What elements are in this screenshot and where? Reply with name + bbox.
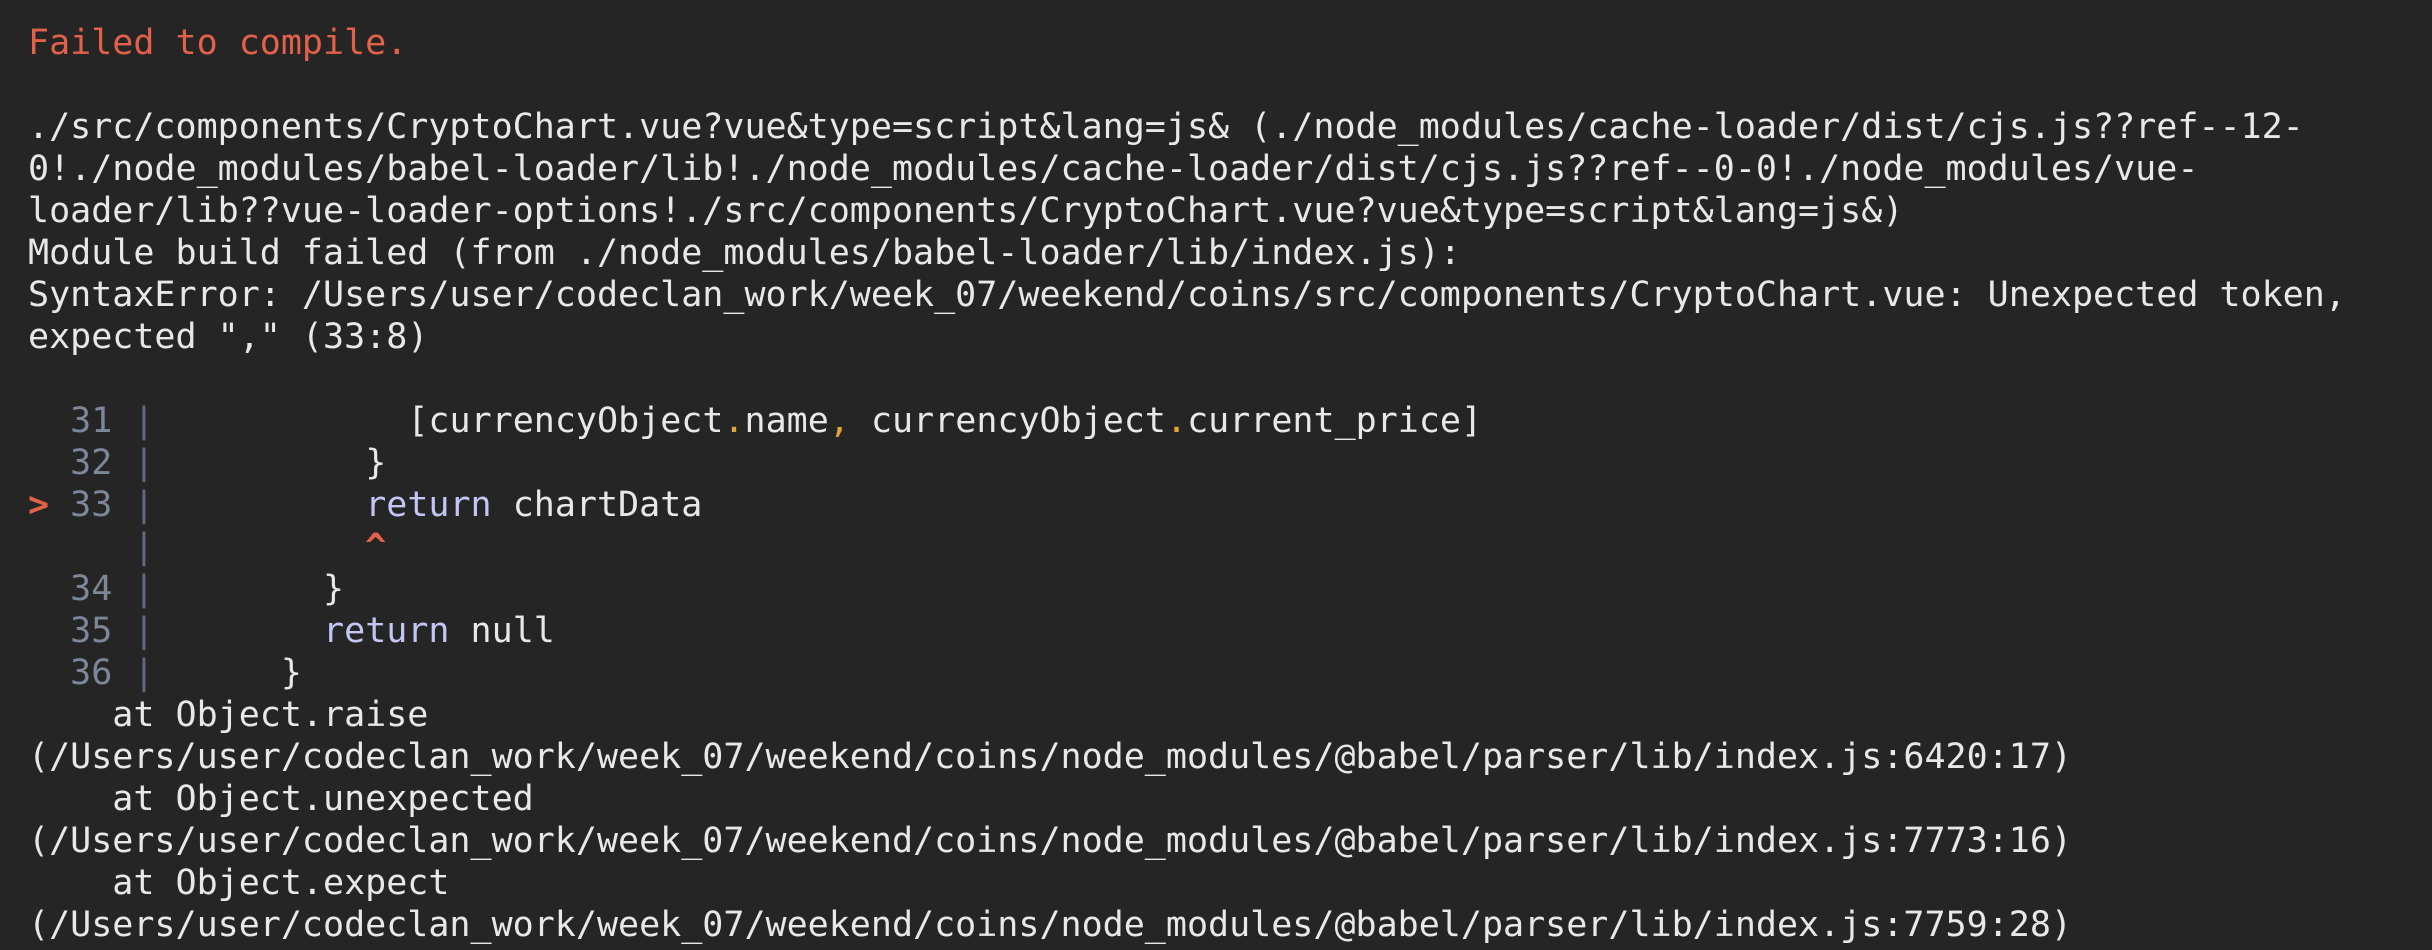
gutter-pipe: |	[133, 611, 155, 651]
code-frame-line: 35 | return null	[28, 610, 2404, 652]
gutter-pipe: |	[133, 527, 155, 567]
code-frame-line: 31 | [currencyObject.name, currencyObjec…	[70, 401, 1483, 441]
error-caret: ^	[365, 527, 387, 567]
code-token: currencyObject	[428, 401, 724, 441]
error-title: Failed to compile.	[28, 23, 408, 63]
error-line-marker: >	[28, 485, 50, 525]
line-number: 35	[70, 611, 113, 651]
code-token: currencyObject	[870, 401, 1166, 441]
gutter-pipe: |	[133, 569, 155, 609]
stack-frame-location: (/Users/user/codeclan_work/week_07/weeke…	[28, 905, 2072, 945]
stack-frame-function: at Object.unexpected	[28, 779, 534, 819]
code-token: }	[280, 653, 302, 693]
gutter-pipe: |	[133, 401, 155, 441]
line-number: 36	[70, 653, 113, 693]
error-message-line: SyntaxError: /Users/user/codeclan_work/w…	[28, 275, 2346, 315]
stack-frame-function: at Object.expect	[28, 863, 450, 903]
error-message-line: 0!./node_modules/babel-loader/lib!./node…	[28, 149, 2199, 189]
stack-frame-function: at Object.raise	[28, 695, 429, 735]
error-message-line: loader/lib??vue-loader-options!./src/com…	[28, 191, 1904, 231]
line-number: 31	[70, 401, 113, 441]
gutter-pipe: |	[133, 443, 155, 483]
stack-frame-location: (/Users/user/codeclan_work/week_07/weeke…	[28, 737, 2072, 777]
code-frame-caret-line: | ^	[28, 526, 2404, 568]
line-number: 32	[70, 443, 113, 483]
error-message-line: ./src/components/CryptoChart.vue?vue&typ…	[28, 107, 2304, 147]
code-token: name	[744, 401, 829, 441]
stack-trace: at Object.raise (/Users/user/codeclan_wo…	[28, 694, 2404, 946]
code-frame: 31 | [currencyObject.name, currencyObjec…	[28, 400, 2404, 694]
error-message-line: expected "," (33:8)	[28, 317, 429, 357]
gutter-pipe: |	[133, 653, 155, 693]
error-message-line: Module build failed (from ./node_modules…	[28, 233, 1461, 273]
code-token: }	[365, 443, 387, 483]
code-token: }	[323, 569, 345, 609]
code-frame-line: 36 | }	[28, 652, 2404, 694]
code-frame-line: 34 | }	[28, 568, 2404, 610]
line-number: 34	[70, 569, 113, 609]
code-keyword: return	[323, 611, 450, 651]
code-frame-line-active: > 33 | return chartData	[28, 484, 2404, 526]
code-frame-line: 32 | }	[28, 442, 2404, 484]
code-keyword: return	[365, 485, 492, 525]
gutter-pipe: |	[133, 485, 155, 525]
code-token: current_price	[1187, 401, 1461, 441]
code-token: null	[449, 611, 555, 651]
code-token: chartData	[491, 485, 703, 525]
line-number: 33	[70, 485, 113, 525]
stack-frame-location: (/Users/user/codeclan_work/week_07/weeke…	[28, 821, 2072, 861]
error-overlay: Failed to compile. ./src/components/Cryp…	[0, 0, 2432, 950]
